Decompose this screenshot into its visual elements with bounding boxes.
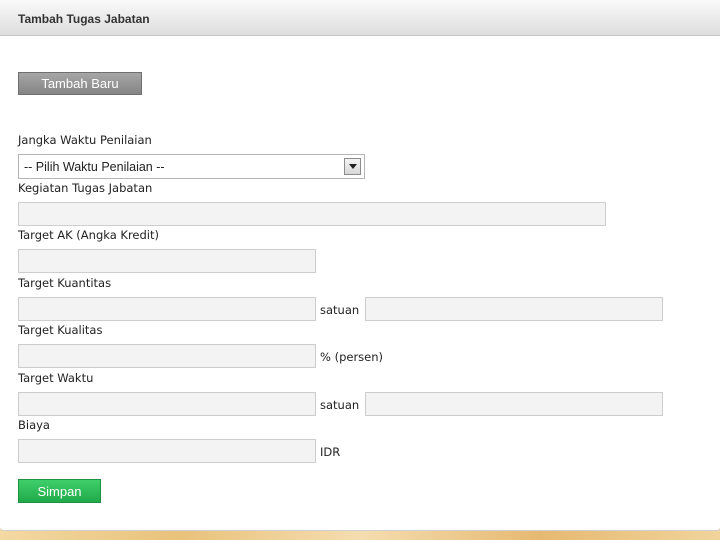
target-quality-label: Target Kualitas [18, 323, 103, 337]
period-selected-value: -- Pilih Waktu Penilaian -- [24, 160, 165, 174]
target-quality-input[interactable] [18, 344, 316, 368]
target-quantity-input[interactable] [18, 297, 316, 321]
time-unit-input[interactable] [365, 392, 663, 416]
quantity-unit-input[interactable] [365, 297, 663, 321]
period-select[interactable]: -- Pilih Waktu Penilaian -- [18, 154, 365, 179]
quality-percent-suffix: % (persen) [320, 350, 384, 364]
currency-label: IDR [320, 445, 341, 459]
cost-label: Biaya [18, 418, 50, 432]
chevron-down-icon[interactable] [344, 158, 361, 175]
activity-input[interactable] [18, 202, 606, 226]
save-button[interactable]: Simpan [18, 479, 101, 503]
quantity-unit-label: satuan [320, 303, 360, 317]
target-ak-input[interactable] [18, 249, 316, 273]
target-time-input[interactable] [18, 392, 316, 416]
time-unit-label: satuan [320, 398, 360, 412]
panel-title: Tambah Tugas Jabatan [18, 12, 150, 26]
activity-label: Kegiatan Tugas Jabatan [18, 181, 153, 195]
target-ak-label: Target AK (Angka Kredit) [18, 228, 159, 242]
target-quantity-label: Target Kuantitas [18, 276, 112, 290]
period-label: Jangka Waktu Penilaian [18, 133, 152, 147]
form-panel: Tambah Tugas Jabatan Tambah Baru Jangka … [0, 0, 720, 531]
cost-input[interactable] [18, 439, 316, 463]
target-time-label: Target Waktu [18, 371, 94, 385]
panel-header: Tambah Tugas Jabatan [0, 0, 720, 36]
add-new-button[interactable]: Tambah Baru [18, 72, 142, 95]
